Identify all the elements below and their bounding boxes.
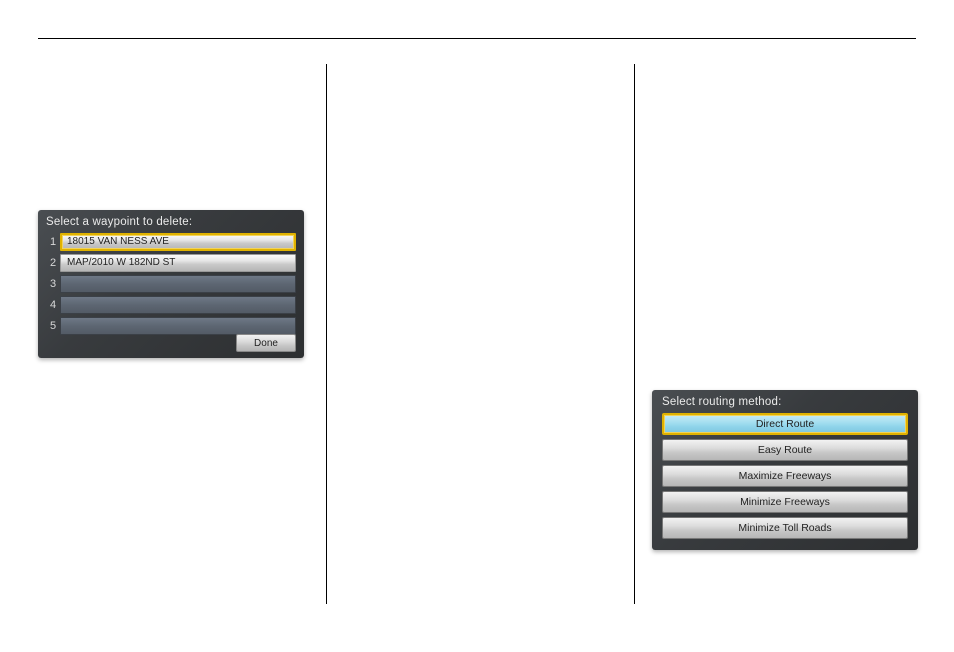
waypoint-item-1[interactable]: 18015 VAN NESS AVE	[60, 233, 296, 251]
waypoint-item-5[interactable]	[60, 317, 296, 335]
column-divider-2	[634, 64, 635, 604]
waypoint-num-4: 4	[46, 299, 60, 311]
route-option-direct[interactable]: Direct Route	[662, 413, 908, 435]
route-option-easy[interactable]: Easy Route	[662, 439, 908, 461]
waypoint-row-3: 3	[46, 274, 296, 293]
column-divider-1	[326, 64, 327, 604]
waypoint-num-2: 2	[46, 257, 60, 269]
waypoint-item-2[interactable]: MAP/2010 W 182ND ST	[60, 254, 296, 272]
page-rule	[38, 38, 916, 39]
waypoint-delete-screen: Select a waypoint to delete: 1 18015 VAN…	[38, 210, 304, 358]
route-option-maximize-freeways[interactable]: Maximize Freeways	[662, 465, 908, 487]
done-button[interactable]: Done	[236, 334, 296, 352]
route-option-minimize-toll-roads[interactable]: Minimize Toll Roads	[662, 517, 908, 539]
route-option-minimize-freeways[interactable]: Minimize Freeways	[662, 491, 908, 513]
waypoint-row-4: 4	[46, 295, 296, 314]
waypoint-num-3: 3	[46, 278, 60, 290]
waypoint-item-4[interactable]	[60, 296, 296, 314]
waypoint-row-5: 5	[46, 316, 296, 335]
waypoint-row-2: 2 MAP/2010 W 182ND ST	[46, 253, 296, 272]
waypoint-num-1: 1	[46, 236, 60, 248]
screen1-title: Select a waypoint to delete:	[46, 216, 296, 228]
waypoint-row-1: 1 18015 VAN NESS AVE	[46, 232, 296, 251]
waypoint-num-5: 5	[46, 320, 60, 332]
waypoint-item-3[interactable]	[60, 275, 296, 293]
routing-method-screen: Select routing method: Direct Route Easy…	[652, 390, 918, 550]
screen2-title: Select routing method:	[662, 396, 908, 408]
